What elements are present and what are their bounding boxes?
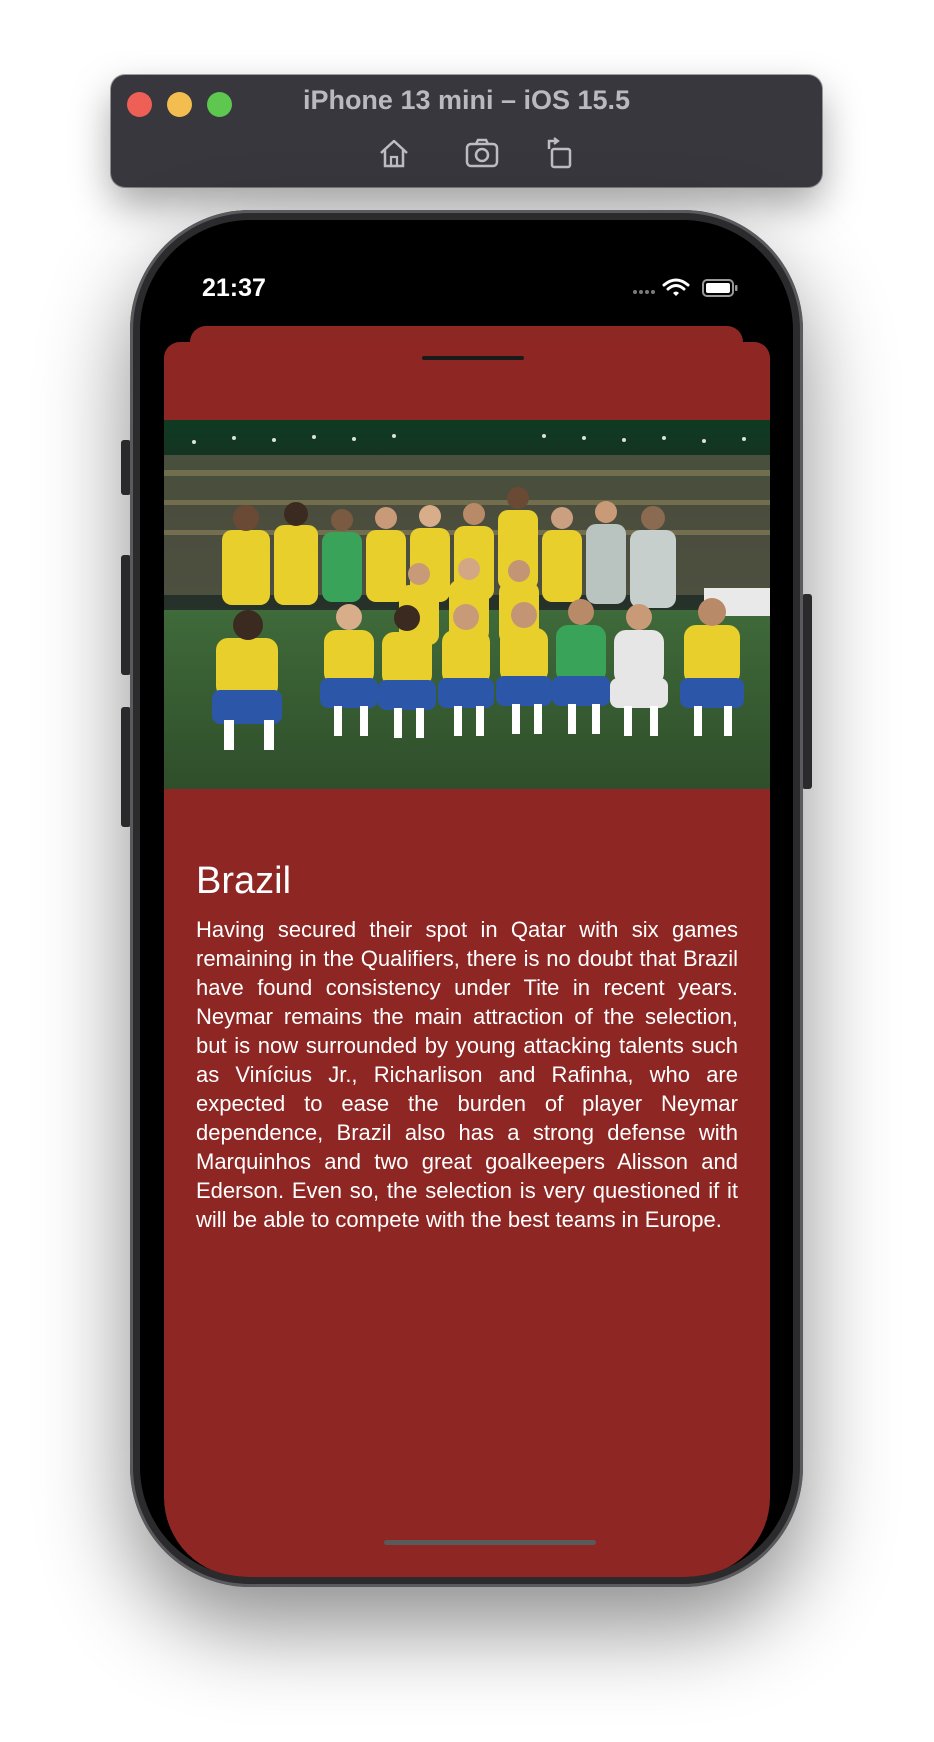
screenshot-icon	[465, 138, 499, 168]
phone-screen: 21:37 Brazil Having secured their spot i…	[140, 220, 793, 1577]
team-name: Brazil	[196, 860, 292, 902]
rotate-button[interactable]	[542, 135, 578, 171]
home-indicator[interactable]	[384, 1540, 596, 1545]
home-icon	[380, 139, 408, 168]
simulator-title: iPhone 13 mini – iOS 15.5	[302, 85, 631, 115]
status-time: 21:37	[202, 274, 266, 302]
power-button	[802, 594, 812, 789]
status-icons	[631, 276, 741, 300]
wifi-icon	[662, 278, 690, 296]
battery-icon	[702, 279, 738, 297]
team-description: Having secured their spot in Qatar with …	[196, 917, 738, 1232]
sheet-grabber[interactable]	[422, 356, 524, 360]
screenshot-button[interactable]	[464, 135, 500, 171]
signal-icon	[633, 290, 655, 294]
home-button[interactable]	[376, 135, 412, 171]
team-photo	[164, 420, 770, 789]
simulator-toolbar: iPhone 13 mini – iOS 15.5	[111, 75, 822, 187]
rotate-icon	[547, 137, 572, 169]
team-detail-sheet[interactable]: Brazil Having secured their spot in Qata…	[164, 342, 770, 1577]
